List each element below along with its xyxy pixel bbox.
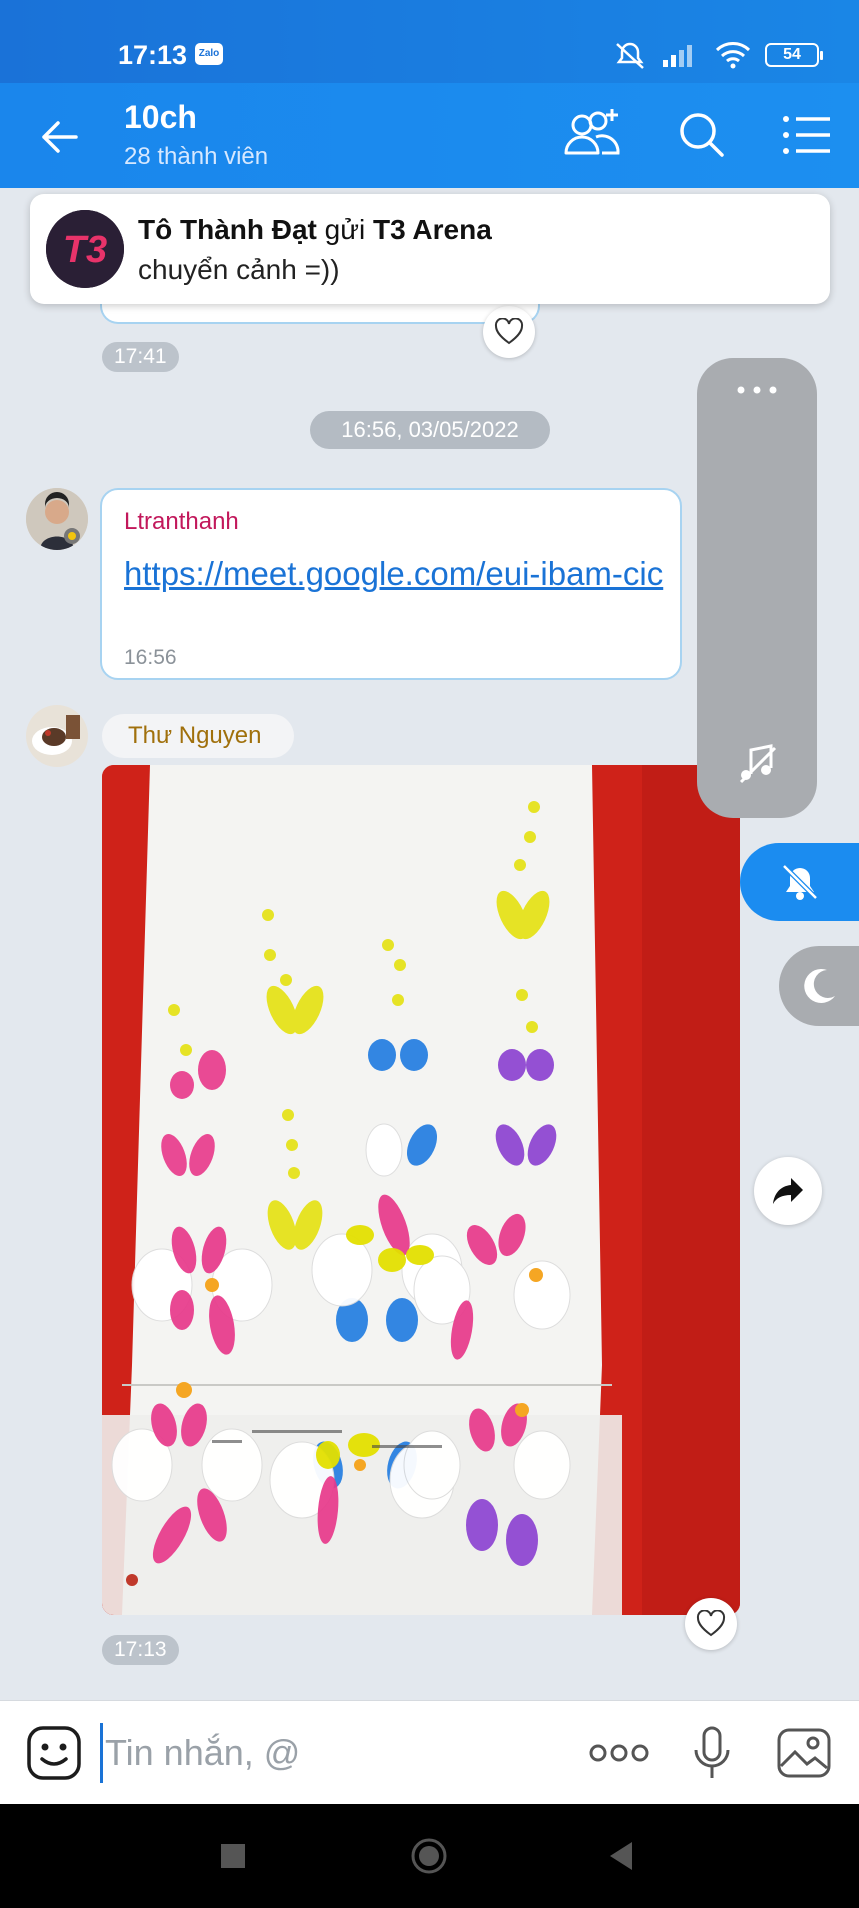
avatar[interactable] [26,488,88,550]
group-title[interactable]: 10ch [124,99,197,136]
message-time: 17:13 [102,1635,179,1665]
share-icon [773,1178,803,1204]
sender-name[interactable]: Ltranthanh [124,508,239,536]
message-input-bar [0,1700,859,1804]
back-nav-icon[interactable] [598,1832,646,1880]
status-time: 17:13 [118,40,188,70]
date-separator: 16:56, 03/05/2022 [310,411,550,449]
more-dots-icon[interactable] [735,384,779,396]
mute-icon [616,42,644,69]
chat-header: 10ch 28 thành viên [0,83,859,188]
search-icon[interactable] [670,105,734,165]
home-icon[interactable] [405,1832,453,1880]
meet-link[interactable]: https://meet.google.com/eui-ibam-cic [124,554,664,594]
battery-indicator: 54 [765,43,823,67]
sticker-icon[interactable] [26,1725,82,1781]
message-input[interactable] [100,1723,560,1783]
message-notification-banner[interactable]: T3 Tô Thành Đạt gửi T3 Arena chuyển cảnh… [30,194,830,304]
zalo-notification-icon: Zalo [195,43,223,65]
notification-title: Tô Thành Đạt gửi T3 Arena [138,214,492,245]
back-arrow-icon[interactable] [36,113,84,161]
share-button[interactable] [754,1157,822,1225]
more-icon[interactable] [588,1725,650,1781]
svg-text:T3: T3 [63,229,107,271]
system-nav-bar [0,1804,859,1908]
menu-list-icon[interactable] [776,105,840,165]
recent-apps-icon[interactable] [209,1832,257,1880]
link-message-bubble[interactable]: Ltranthanh https://meet.google.com/eui-i… [100,488,682,680]
shared-photo[interactable] [102,765,740,1615]
bell-off-icon [781,864,818,900]
member-count[interactable]: 28 thành viên [124,143,268,171]
moon-icon [804,968,835,1003]
message-time: 17:41 [102,342,179,372]
mute-notifications-button[interactable] [740,843,859,921]
heart-icon[interactable] [483,306,535,358]
heart-icon[interactable] [685,1598,737,1650]
status-bar: 17:13 Zalo 54 [0,0,859,83]
mic-icon[interactable] [690,1725,734,1781]
notification-message: chuyển cảnh =)) [138,254,340,285]
status-icons: 54 [613,40,823,70]
t3-arena-logo: T3 [46,210,124,288]
sender-name[interactable]: Thư Nguyen [102,714,294,758]
avatar[interactable] [26,705,88,767]
image-icon[interactable] [776,1725,832,1781]
music-off-icon[interactable] [733,740,781,788]
message-time: 16:56 [124,646,177,669]
wifi-icon [715,42,751,69]
add-member-icon[interactable] [560,105,624,165]
floating-tool-panel [697,358,817,818]
dark-mode-button[interactable] [779,946,859,1026]
signal-icon [663,45,692,67]
